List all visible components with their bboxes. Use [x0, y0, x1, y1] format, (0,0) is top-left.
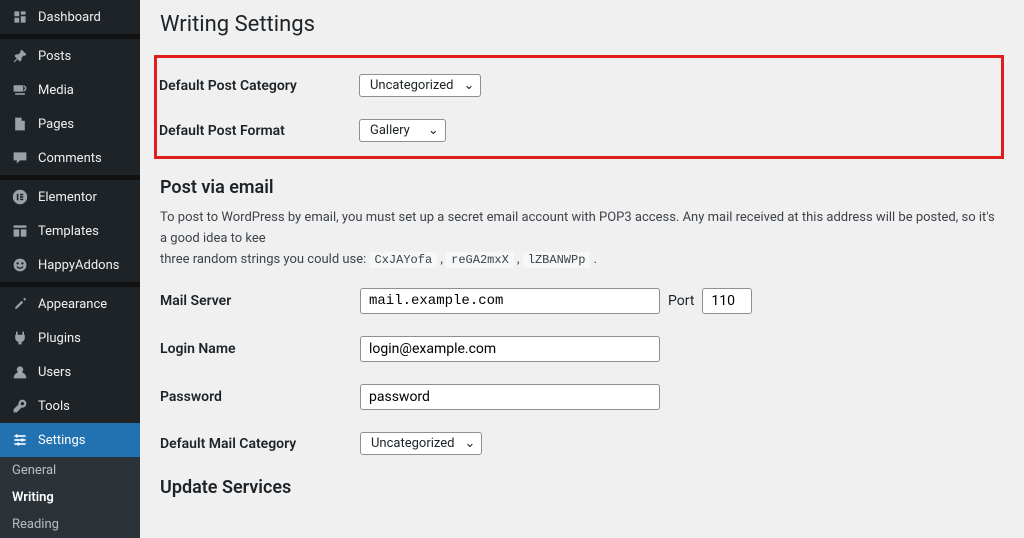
sidebar-item-label: Settings: [38, 433, 85, 448]
sidebar-item-label: Dashboard: [38, 10, 101, 25]
login-name-input[interactable]: [360, 336, 660, 362]
page-title: Writing Settings: [160, 12, 1004, 37]
sidebar-item-label: Users: [38, 365, 71, 380]
sidebar-item-label: Comments: [38, 151, 102, 166]
sidebar-item-happyaddons[interactable]: HappyAddons: [0, 248, 140, 282]
submenu-item-general[interactable]: General: [0, 457, 140, 484]
media-icon: [10, 80, 30, 100]
sidebar-item-label: HappyAddons: [38, 258, 119, 273]
sidebar-item-appearance[interactable]: Appearance: [0, 287, 140, 321]
sidebar-item-label: Appearance: [38, 297, 107, 312]
sidebar-item-label: Pages: [38, 117, 74, 132]
sidebar-item-elementor[interactable]: Elementor: [0, 180, 140, 214]
tools-icon: [10, 396, 30, 416]
elementor-icon: [10, 187, 30, 207]
port-label: Port: [668, 293, 694, 309]
password-input[interactable]: [360, 384, 660, 410]
chevron-down-icon: ⌄: [464, 436, 475, 451]
sidebar-item-label: Plugins: [38, 331, 81, 346]
default-category-select[interactable]: Uncategorized ⌄: [359, 74, 481, 97]
update-services-heading: Update Services: [160, 477, 1004, 498]
default-format-select[interactable]: Gallery ⌄: [359, 119, 446, 142]
highlighted-settings: Default Post Category Uncategorized ⌄ De…: [154, 55, 1004, 159]
sidebar-item-comments[interactable]: Comments: [0, 141, 140, 175]
random-string-1: CxJAYofa: [370, 252, 438, 268]
plugins-icon: [10, 328, 30, 348]
default-format-value: Gallery: [370, 123, 410, 138]
default-mail-category-value: Uncategorized: [371, 436, 454, 451]
chevron-down-icon: ⌄: [428, 123, 439, 138]
pages-icon: [10, 114, 30, 134]
default-category-label: Default Post Category: [159, 78, 359, 94]
submenu-item-reading[interactable]: Reading: [0, 511, 140, 538]
settings-icon: [10, 430, 30, 450]
dashboard-icon: [10, 7, 30, 27]
mail-server-label: Mail Server: [160, 293, 360, 309]
random-string-2: reGA2mxX: [446, 252, 514, 268]
mail-server-input[interactable]: [360, 288, 660, 314]
sidebar-item-pages[interactable]: Pages: [0, 107, 140, 141]
settings-submenu: General Writing Reading: [0, 457, 140, 538]
sidebar-item-plugins[interactable]: Plugins: [0, 321, 140, 355]
port-input[interactable]: [702, 288, 752, 314]
login-name-label: Login Name: [160, 341, 360, 357]
post-via-email-heading: Post via email: [160, 177, 1004, 198]
sidebar-item-users[interactable]: Users: [0, 355, 140, 389]
users-icon: [10, 362, 30, 382]
password-label: Password: [160, 389, 360, 405]
default-mail-category-select[interactable]: Uncategorized ⌄: [360, 432, 482, 455]
sidebar-item-tools[interactable]: Tools: [0, 389, 140, 423]
pin-icon: [10, 46, 30, 66]
sidebar-item-dashboard[interactable]: Dashboard: [0, 0, 140, 34]
submenu-item-writing[interactable]: Writing: [0, 484, 140, 511]
sidebar-item-posts[interactable]: Posts: [0, 39, 140, 73]
sidebar-item-media[interactable]: Media: [0, 73, 140, 107]
post-via-email-description: To post to WordPress by email, you must …: [160, 208, 1004, 270]
random-string-3: lZBANWPp: [523, 252, 591, 268]
comments-icon: [10, 148, 30, 168]
default-mail-category-label: Default Mail Category: [160, 436, 360, 452]
appearance-icon: [10, 294, 30, 314]
default-category-value: Uncategorized: [370, 78, 453, 93]
default-format-label: Default Post Format: [159, 123, 359, 139]
sidebar-item-label: Templates: [38, 224, 99, 239]
sidebar-item-label: Elementor: [38, 190, 97, 205]
sidebar-item-settings[interactable]: Settings: [0, 423, 140, 457]
sidebar-item-label: Tools: [38, 399, 70, 414]
templates-icon: [10, 221, 30, 241]
admin-sidebar: Dashboard Posts Media Pages Comments Ele…: [0, 0, 140, 500]
sidebar-item-label: Media: [38, 83, 74, 98]
happyaddons-icon: [10, 255, 30, 275]
chevron-down-icon: ⌄: [463, 78, 474, 93]
sidebar-item-templates[interactable]: Templates: [0, 214, 140, 248]
sidebar-item-label: Posts: [38, 49, 71, 64]
main-content: Writing Settings Default Post Category U…: [140, 0, 1024, 500]
